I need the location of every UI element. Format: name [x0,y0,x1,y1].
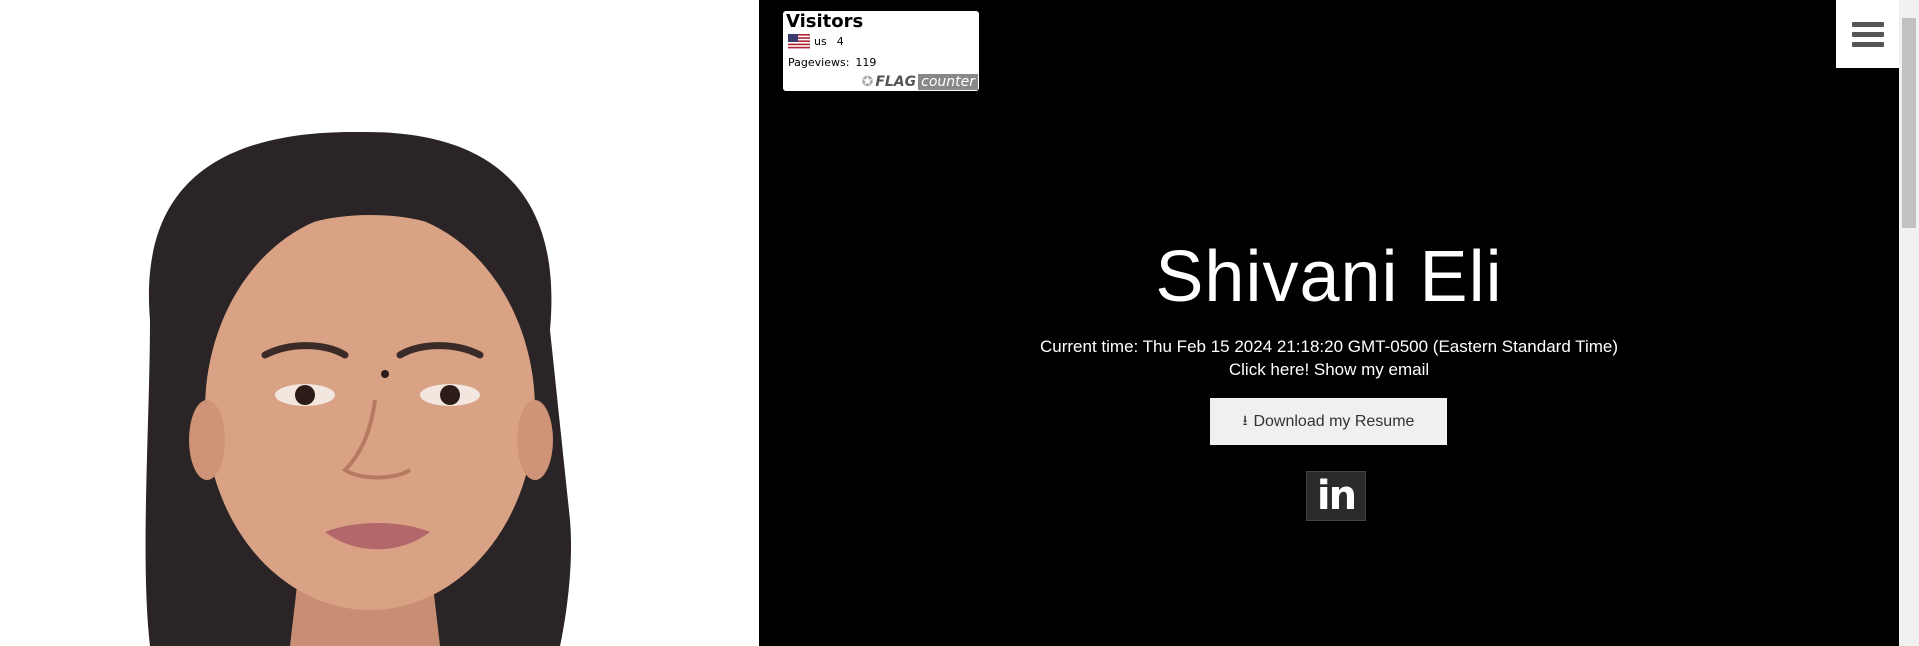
flag-counter-pageviews: Pageviews: 119 [788,56,876,69]
vertical-scrollbar[interactable] [1899,0,1919,646]
download-icon: ⭳ [1242,411,1248,428]
pageviews-value: 119 [855,56,877,69]
flag-counter-country-row: us 4 [788,34,844,49]
flag-counter-widget[interactable]: Visitors us 4 Pageviews: 119 ✪ FLAG count… [783,11,979,91]
profile-photo-panel [0,0,759,646]
menu-button[interactable] [1836,0,1899,68]
hero-section: Visitors us 4 Pageviews: 119 ✪ FLAG count… [759,0,1899,646]
brand-counter-text: counter [918,73,978,90]
page-title: Shivani Eli [1155,237,1503,317]
us-flag-icon [788,34,810,49]
brand-flag-text: FLAG [875,73,917,90]
flag-counter-country-code: us [814,35,827,48]
scrollbar-thumb[interactable] [1902,18,1916,228]
flag-counter-title: Visitors [786,11,864,32]
pageviews-label: Pageviews: [788,56,850,69]
show-email-link[interactable]: Click here! Show my email [759,360,1899,380]
hamburger-icon [1851,17,1884,52]
current-time: Current time: Thu Feb 15 2024 21:18:20 G… [1040,337,1618,356]
flag-counter-brand: ✪ FLAG counter [862,73,978,90]
download-resume-button[interactable]: ⭳ Download my Resume [1210,398,1447,445]
linkedin-icon: in [1316,473,1357,519]
download-resume-label: Download my Resume [1253,412,1415,430]
linkedin-link[interactable]: in [1306,471,1366,521]
flag-counter-country-count: 4 [836,35,844,48]
star-icon: ✪ [861,73,874,90]
portrait-photo [145,131,571,646]
